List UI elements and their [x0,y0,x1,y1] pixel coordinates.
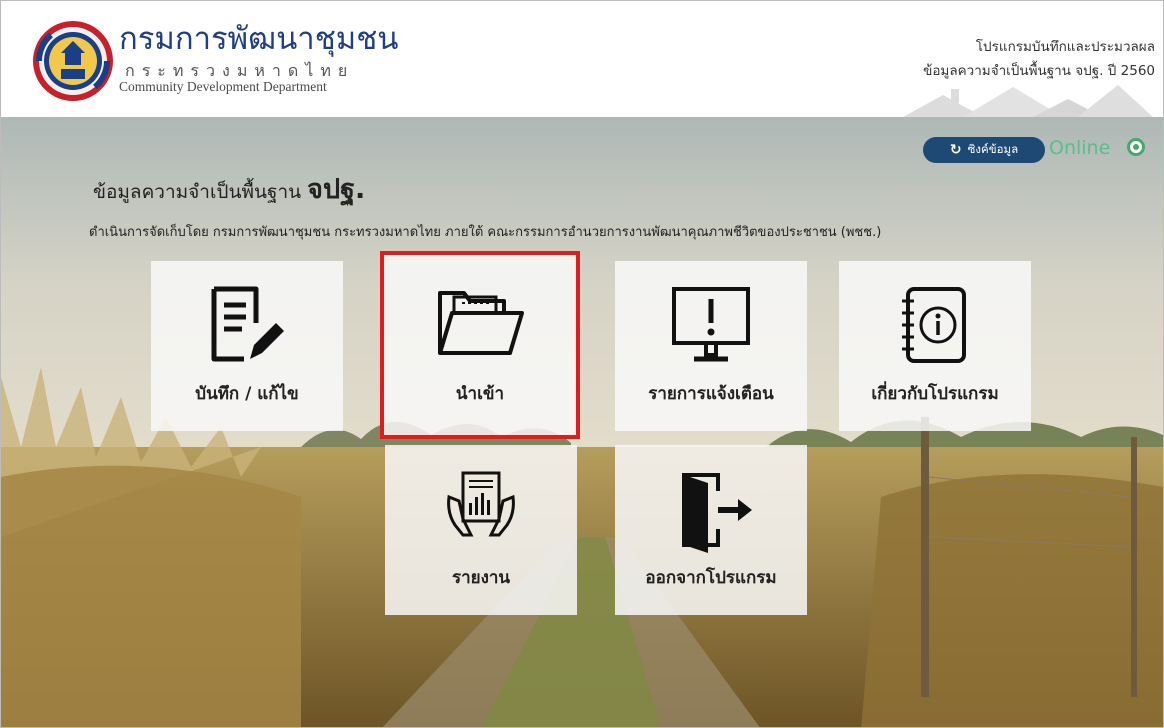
app-window: กรมการพัฒนาชุมชน กระทรวงมหาดไทย Communit… [0,0,1164,728]
tile-import-label: นำเข้า [455,384,505,404]
tile-notifications[interactable]: รายการแจ้งเตือน [615,261,807,431]
app-title-line2: ข้อมูลความจำเป็นพื้นฐาน จปฐ. ปี 2560 [923,63,1155,79]
sync-data-button[interactable]: ↻ ซิงค์ข้อมูล [923,137,1045,163]
tile-about-label: เกี่ยวกับโปรแกรม [871,384,999,404]
department-logo [33,21,113,101]
tile-import[interactable]: นำเข้า [380,251,580,439]
page-title-prefix: ข้อมูลความจำเป็นพื้นฐาน [93,181,302,203]
tile-record-edit[interactable]: บันทึก / แก้ไข [151,261,343,431]
document-edit-icon [211,286,284,362]
page-subtitle: ดำเนินการจัดเก็บโดย กรมการพัฒนาชุมชน กระ… [89,225,882,240]
tile-report[interactable]: รายงาน [385,445,577,615]
monitor-alert-icon [672,287,750,362]
app-header: กรมการพัฒนาชุมชน กระทรวงมหาดไทย Communit… [1,1,1163,117]
tile-report-label: รายงาน [451,568,511,588]
open-folder-icon [438,291,524,355]
report-hands-icon [447,471,515,537]
app-title-line1: โปรแกรมบันทึกและประมวลผล [975,39,1155,55]
online-status-text: Online [1049,137,1111,159]
info-notebook-icon [902,287,966,363]
exit-door-icon [682,473,752,553]
tile-exit[interactable]: ออกจากโปรแกรม [615,445,807,615]
org-name-english: Community Development Department [119,79,327,94]
page-title: ข้อมูลความจำเป็นพื้นฐาน จปฐ. [93,167,365,210]
refresh-icon: ↻ [949,142,962,158]
org-name-thai: กรมการพัฒนาชุมชน [119,21,399,57]
sync-data-label: ซิงค์ข้อมูล [967,142,1019,156]
tile-notifications-label: รายการแจ้งเตือน [648,384,774,404]
tile-exit-label: ออกจากโปรแกรม [645,568,777,588]
tile-about[interactable]: เกี่ยวกับโปรแกรม [839,261,1031,431]
page-title-emphasis: จปฐ. [307,174,366,205]
tile-record-edit-label: บันทึก / แก้ไข [195,384,299,404]
online-indicator-icon [1127,138,1145,156]
house-roofs-decoration [903,85,1153,117]
